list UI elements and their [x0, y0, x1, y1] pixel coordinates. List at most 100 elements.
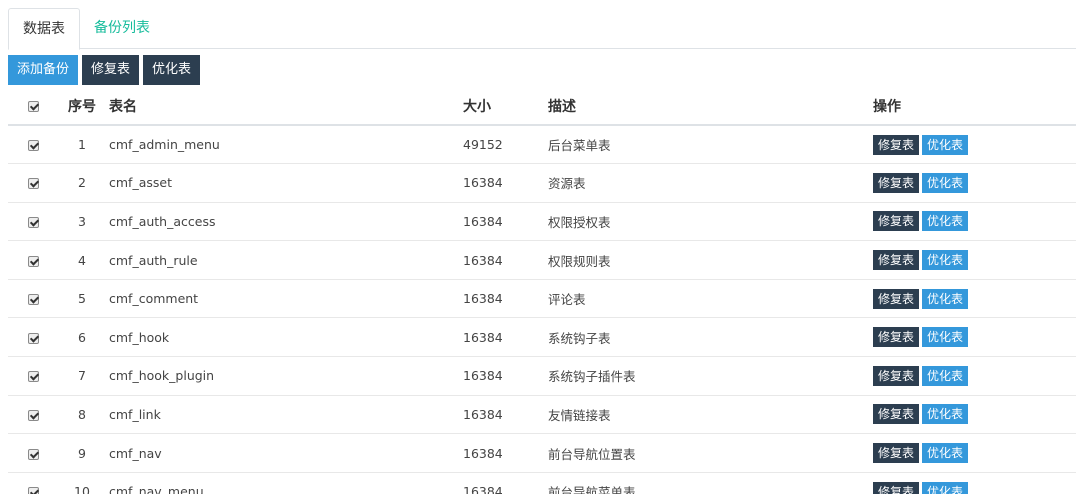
row-repair-button[interactable]: 修复表	[873, 327, 920, 348]
row-select-cell	[8, 472, 58, 494]
row-size: 16384	[463, 279, 548, 319]
optimize-tables-button[interactable]: 优化表	[143, 55, 201, 85]
row-table-name: cmf_nav	[106, 433, 463, 473]
table-body: 1 cmf_admin_menu 49152 后台菜单表 修复表 优化表 2 cmf_asse…	[8, 125, 1076, 494]
table-row: 4 cmf_auth_rule 16384 权限规则表 修复表 优化表	[8, 240, 1076, 280]
add-backup-button[interactable]: 添加备份	[8, 55, 79, 85]
table-row: 6 cmf_hook 16384 系统钩子表 修复表 优化表	[8, 317, 1076, 358]
row-repair-button[interactable]: 修复表	[873, 172, 920, 193]
row-repair-button[interactable]: 修复表	[873, 250, 920, 271]
row-checkbox[interactable]	[27, 294, 39, 306]
row-table-name: cmf_auth_access	[106, 202, 463, 242]
row-repair-button[interactable]: 修复表	[873, 404, 920, 425]
table-row: 5 cmf_comment 16384 评论表 修复表 优化表	[8, 279, 1076, 319]
row-description: 权限授权表	[548, 202, 873, 242]
row-table-name: cmf_admin_menu	[106, 125, 463, 165]
row-size: 16384	[463, 202, 548, 242]
row-table-name: cmf_nav_menu	[106, 472, 463, 494]
row-description: 后台菜单表	[548, 125, 873, 165]
row-checkbox[interactable]	[27, 216, 39, 228]
row-optimize-button[interactable]: 优化表	[922, 404, 969, 425]
row-optimize-button[interactable]: 优化表	[922, 327, 969, 348]
row-repair-button[interactable]: 修复表	[873, 211, 920, 232]
row-description: 友情链接表	[548, 395, 873, 435]
row-checkbox[interactable]	[27, 487, 39, 494]
row-actions: 修复表 优化表	[873, 125, 1076, 165]
row-no: 1	[58, 125, 106, 165]
table-row: 8 cmf_link 16384 友情链接表 修复表 优化表	[8, 395, 1076, 435]
row-optimize-button[interactable]: 优化表	[922, 250, 969, 271]
row-actions: 修复表 优化表	[873, 395, 1076, 435]
row-no: 5	[58, 279, 106, 319]
row-select-cell	[8, 202, 58, 242]
row-table-name: cmf_asset	[106, 163, 463, 203]
row-optimize-button[interactable]: 优化表	[922, 172, 969, 193]
row-checkbox[interactable]	[27, 409, 39, 421]
row-size: 16384	[463, 163, 548, 203]
repair-tables-button[interactable]: 修复表	[82, 55, 140, 85]
row-no: 2	[58, 163, 106, 203]
row-checkbox[interactable]	[27, 448, 39, 460]
row-checkbox[interactable]	[27, 255, 39, 267]
select-all-checkbox[interactable]	[27, 100, 39, 112]
row-repair-button[interactable]: 修复表	[873, 365, 920, 386]
row-description: 评论表	[548, 279, 873, 319]
row-repair-button[interactable]: 修复表	[873, 134, 920, 155]
row-select-cell	[8, 356, 58, 396]
row-no: 10	[58, 472, 106, 494]
toolbar: 添加备份 修复表 优化表	[8, 55, 201, 85]
tab-data-tables[interactable]: 数据表	[8, 8, 80, 50]
row-optimize-button[interactable]: 优化表	[922, 134, 969, 155]
row-repair-button[interactable]: 修复表	[873, 481, 920, 494]
tables-list: 序号 表名 大小 描述 操作 1 cmf_admin_menu 49152 后台菜单表…	[8, 88, 1076, 494]
row-no: 7	[58, 356, 106, 396]
row-select-cell	[8, 163, 58, 203]
row-no: 3	[58, 202, 106, 242]
row-checkbox[interactable]	[27, 332, 39, 344]
row-actions: 修复表 优化表	[873, 317, 1076, 358]
tab-backup-list[interactable]: 备份列表	[80, 8, 164, 49]
row-select-cell	[8, 279, 58, 319]
row-optimize-button[interactable]: 优化表	[922, 211, 969, 232]
table-header-row: 序号 表名 大小 描述 操作	[8, 88, 1076, 126]
select-all-cell	[8, 88, 58, 126]
row-repair-button[interactable]: 修复表	[873, 288, 920, 309]
row-checkbox[interactable]	[27, 178, 39, 190]
row-no: 9	[58, 433, 106, 473]
row-optimize-button[interactable]: 优化表	[922, 443, 969, 464]
row-description: 前台导航位置表	[548, 433, 873, 473]
table-row: 3 cmf_auth_access 16384 权限授权表 修复表 优化表	[8, 202, 1076, 242]
row-actions: 修复表 优化表	[873, 202, 1076, 242]
table-row: 9 cmf_nav 16384 前台导航位置表 修复表 优化表	[8, 433, 1076, 473]
row-size: 16384	[463, 317, 548, 358]
row-actions: 修复表 优化表	[873, 472, 1076, 494]
row-checkbox[interactable]	[27, 140, 39, 152]
header-size: 大小	[463, 88, 548, 126]
header-name: 表名	[106, 88, 463, 126]
row-description: 系统钩子插件表	[548, 356, 873, 396]
table-row: 1 cmf_admin_menu 49152 后台菜单表 修复表 优化表	[8, 125, 1076, 165]
row-optimize-button[interactable]: 优化表	[922, 365, 969, 386]
row-no: 4	[58, 240, 106, 280]
header-no: 序号	[58, 88, 106, 126]
row-checkbox[interactable]	[27, 371, 39, 383]
tab-bar: 数据表 备份列表	[8, 8, 1076, 50]
row-size: 49152	[463, 125, 548, 165]
table-row: 7 cmf_hook_plugin 16384 系统钩子插件表 修复表 优化表	[8, 356, 1076, 396]
table-row: 2 cmf_asset 16384 资源表 修复表 优化表	[8, 163, 1076, 203]
row-select-cell	[8, 240, 58, 280]
row-description: 资源表	[548, 163, 873, 203]
row-repair-button[interactable]: 修复表	[873, 443, 920, 464]
row-select-cell	[8, 433, 58, 473]
row-optimize-button[interactable]: 优化表	[922, 288, 969, 309]
row-actions: 修复表 优化表	[873, 240, 1076, 280]
row-description: 系统钩子表	[548, 317, 873, 358]
header-desc: 描述	[548, 88, 873, 126]
row-optimize-button[interactable]: 优化表	[922, 481, 969, 494]
row-table-name: cmf_link	[106, 395, 463, 435]
row-select-cell	[8, 317, 58, 358]
row-select-cell	[8, 125, 58, 165]
row-actions: 修复表 优化表	[873, 279, 1076, 319]
row-size: 16384	[463, 395, 548, 435]
row-description: 权限规则表	[548, 240, 873, 280]
